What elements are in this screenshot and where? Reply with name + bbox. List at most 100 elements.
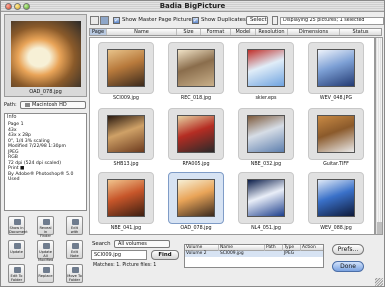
thumbnail-image	[107, 179, 145, 217]
thumbnail-item[interactable]: skier.eps	[232, 40, 300, 106]
thumbnail-caption: SCI009.jpg	[113, 96, 139, 101]
thumbnail-image	[317, 179, 355, 217]
thumbnail-item[interactable]: REC_018.jpg	[162, 40, 230, 106]
search-matches: Matches: 1. Picture files: 1	[93, 263, 157, 268]
display-status: Displaying 25 pictures; 1 selected	[280, 17, 384, 25]
column-format[interactable]: Format	[201, 29, 231, 35]
search-scope-select[interactable]: All volumes	[114, 240, 170, 248]
action-buttons: Show in Document Reveal in Finder Edit w…	[4, 216, 87, 286]
thumbnail-item[interactable]: Guitar.TIFF	[302, 106, 370, 172]
path-label: Path:	[4, 102, 17, 108]
vertical-scrollbar[interactable]	[375, 37, 383, 235]
list-view-button[interactable]	[90, 16, 99, 25]
thumbnail-caption: WEV_048.JPG	[319, 96, 353, 101]
thumbnail-item[interactable]: SHB13.jpg	[92, 106, 160, 172]
thumbnail-caption: WEV_088.jpg	[320, 226, 352, 231]
thumbnail-item[interactable]: NBE_032.jpg	[232, 106, 300, 172]
thumbnail-frame	[98, 172, 154, 224]
thumbnail-item[interactable]: NBE_041.jpg	[92, 170, 160, 236]
scroll-down-arrow[interactable]	[377, 228, 382, 234]
thumbnail-frame	[238, 172, 294, 224]
thumbnail-item[interactable]: WEV_048.JPG	[302, 40, 370, 106]
bigpicture-window: Badia BigPicture OAD_078.jpg Path: Macin…	[0, 0, 385, 287]
title-bar[interactable]: Badia BigPicture	[1, 1, 384, 12]
results-cell-volume: Volume 2	[186, 251, 207, 256]
thumbnail-item[interactable]: RFA005.jpg	[162, 106, 230, 172]
thumbnail-caption: NL4_051.jpg	[251, 226, 281, 231]
show-in-document-button[interactable]: Show in Document	[8, 216, 28, 235]
info-heading: Info	[7, 114, 17, 120]
update-all-modified-button[interactable]: Update All Modified	[37, 240, 54, 262]
thumbnail-image	[177, 115, 215, 153]
path-select[interactable]: Macintosh HD	[20, 101, 86, 109]
thumbnail-caption: NBE_032.jpg	[250, 162, 282, 167]
toolbar: ✓ Show Master Page Pictures ✓ Show Dupli…	[89, 14, 384, 27]
path-value: Macintosh HD	[32, 102, 67, 108]
search-results-table[interactable]: Volume Name Path Type Action Volume 2 SC…	[184, 244, 324, 268]
preview-image	[11, 21, 81, 87]
thumbnail-frame	[238, 108, 294, 160]
done-button[interactable]: Done	[332, 261, 364, 272]
column-size[interactable]: Size	[177, 29, 201, 35]
search-input[interactable]: SCI009.jpg	[91, 250, 147, 260]
select-stepper[interactable]	[272, 16, 278, 25]
thumbnail-item[interactable]: WEV_088.jpg	[302, 170, 370, 236]
column-name[interactable]: Name	[107, 29, 177, 35]
select-popup[interactable]: Select	[246, 16, 268, 25]
column-dimensions[interactable]: Dimensions	[288, 29, 340, 35]
update-button[interactable]: Update	[8, 240, 25, 259]
thumbnail-caption: SHB13.jpg	[113, 162, 139, 167]
column-model[interactable]: Model	[231, 29, 256, 35]
thumbnail-image	[247, 115, 285, 153]
column-status[interactable]: Status	[340, 29, 381, 35]
thumbnail-image	[177, 49, 215, 87]
thumbnail-item[interactable]: NL4_051.jpg	[232, 170, 300, 236]
thumbnail-caption: OAD_078.jpg	[180, 226, 212, 231]
info-lines: Page 1 43x 43x x 28p 0", 1/4 3% scaling …	[8, 122, 73, 183]
thumbnail-item[interactable]: SCI009.jpg	[92, 40, 160, 106]
show-master-checkbox[interactable]: ✓	[113, 17, 120, 24]
update-all-icon	[43, 243, 50, 249]
show-document-icon	[14, 219, 21, 225]
edit-with-icon	[72, 219, 79, 225]
search-label: Search	[92, 241, 111, 247]
show-duplicates-checkbox[interactable]: ✓	[192, 17, 199, 24]
resize-handle[interactable]	[375, 278, 383, 286]
thumbnail-caption: skier.eps	[255, 96, 277, 101]
thumbnail-caption: Guitar.TIFF	[323, 162, 349, 167]
reveal-in-finder-button[interactable]: Reveal in Finder	[37, 216, 54, 238]
to-folder-icon	[14, 267, 21, 273]
find-button[interactable]: Find	[151, 250, 179, 260]
results-cell-name: SCI009.jpg	[220, 251, 244, 256]
thumbnail-frame	[168, 42, 224, 94]
info-line: Used	[8, 177, 20, 182]
column-header: Page Name Size Format Model Resolution D…	[89, 28, 382, 36]
edit-note-icon	[72, 243, 79, 249]
replace-button[interactable]: Replace	[37, 264, 54, 283]
column-page[interactable]: Page	[90, 29, 107, 35]
thumbnail-frame	[308, 42, 364, 94]
reveal-finder-icon	[43, 219, 50, 225]
column-resolution[interactable]: Resolution	[256, 29, 288, 35]
move-folder-icon	[72, 267, 79, 273]
info-panel: Info Page 1 43x 43x x 28p 0", 1/4 3% sca…	[4, 113, 87, 211]
edit-note-button[interactable]: Edit Note	[66, 240, 83, 259]
preview-pane: OAD_078.jpg	[4, 14, 87, 97]
thumbnail-caption: RFA005.jpg	[182, 162, 210, 167]
thumbnail-frame	[308, 172, 364, 224]
move-to-folder-button[interactable]: Move To Folder	[66, 264, 83, 283]
thumbnail-image	[177, 179, 215, 217]
results-row[interactable]: Volume 2 SCI009.jpg JPEG	[185, 251, 323, 257]
thumbnail-grid: SCI009.jpg REC_018.jpg skier.eps WEV_048…	[89, 37, 375, 235]
thumbnail-caption: REC_018.jpg	[180, 96, 212, 101]
edit-to-folder-button[interactable]: Edit To Folder	[8, 264, 25, 283]
thumbnail-view-button[interactable]	[100, 16, 109, 25]
info-line: Modified 7/22/98 1:30pm	[8, 144, 66, 149]
thumbnail-frame	[238, 42, 294, 94]
thumbnail-image	[317, 49, 355, 87]
thumbnail-image	[107, 49, 145, 87]
edit-with-button[interactable]: Edit with	[66, 216, 83, 235]
prefs-button[interactable]: Prefs...	[332, 244, 364, 255]
thumbnail-item-selected[interactable]: OAD_078.jpg	[162, 170, 230, 236]
replace-icon	[43, 267, 50, 273]
